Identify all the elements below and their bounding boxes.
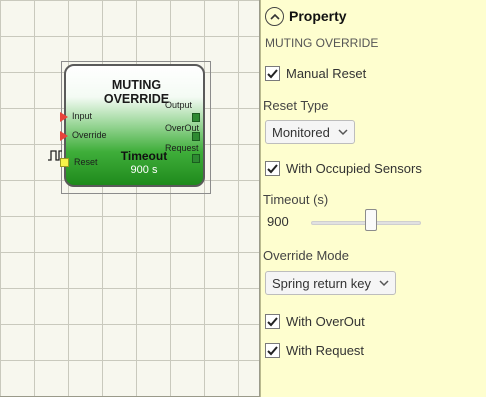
reset-type-value: Monitored [272,124,330,140]
output-port-overout[interactable] [192,132,200,141]
with-overout-checkbox[interactable] [265,314,280,329]
panel-subtitle: MUTING OVERRIDE [265,36,379,50]
with-request-row[interactable]: With Request [265,343,364,358]
input-port-label: Reset [74,157,98,167]
with-request-label: With Request [286,343,365,358]
override-mode-select[interactable]: Spring return key [265,271,396,295]
output-port-output[interactable] [192,113,200,122]
panel-title: Property [289,8,347,24]
output-port-label: Request [165,143,199,153]
reset-type-label: Reset Type [263,98,329,113]
input-port-label: Override [72,130,107,140]
property-panel: Property MUTING OVERRIDE Manual Reset Re… [260,0,486,397]
muting-override-block[interactable]: MUTING OVERRIDE Input Override Reset Tim… [60,64,205,187]
manual-reset-label: Manual Reset [286,66,367,81]
output-port-label: Output [165,100,193,110]
input-triangle-icon [60,112,68,122]
clock-pulse-icon [48,150,62,161]
timeout-value: 900 [267,214,289,229]
with-overout-row[interactable]: With OverOut [265,314,365,329]
reset-type-select[interactable]: Monitored [265,120,355,144]
chevron-down-icon [379,279,389,286]
manual-reset-checkbox[interactable] [265,66,280,81]
checkmark-icon [267,316,278,326]
with-overout-label: With OverOut [286,314,365,329]
output-port-request[interactable] [192,154,200,163]
with-request-checkbox[interactable] [265,343,280,358]
timeout-slider-thumb[interactable] [364,209,377,231]
input-port-label: Input [72,111,93,121]
timeout-label: Timeout (s) [263,192,329,207]
manual-reset-row[interactable]: Manual Reset [265,66,366,81]
occupied-sensors-row[interactable]: With Occupied Sensors [265,161,422,176]
override-mode-value: Spring return key [272,275,371,291]
block-timeout-value: 900 s [130,164,158,176]
occupied-sensors-checkbox[interactable] [265,161,280,176]
input-triangle-icon [60,131,68,141]
checkmark-icon [267,345,278,355]
diagram-canvas[interactable]: MUTING OVERRIDE Input Override Reset Tim… [0,0,260,397]
chevron-down-icon [338,128,348,135]
occupied-sensors-label: With Occupied Sensors [286,161,422,176]
override-mode-label: Override Mode [263,248,349,263]
collapse-button[interactable] [265,6,284,26]
checkmark-icon [267,68,278,78]
panel-header: Property [265,6,347,26]
chevron-up-icon [269,13,280,20]
checkmark-icon [267,163,278,173]
